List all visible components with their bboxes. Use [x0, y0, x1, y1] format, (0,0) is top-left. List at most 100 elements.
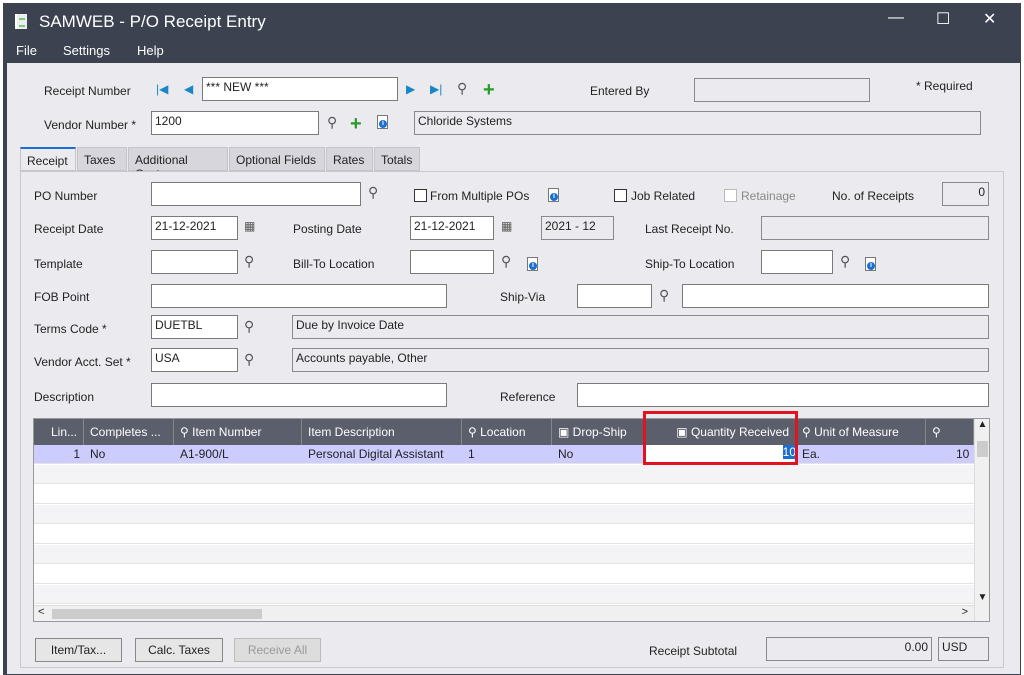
app-icon: [15, 14, 27, 29]
column-label: Drop-Ship: [572, 425, 627, 439]
maximize-button[interactable]: ☐: [936, 9, 950, 29]
highlight-box: [643, 411, 798, 465]
item-tax-button[interactable]: Item/Tax...: [35, 638, 122, 662]
column-header-item-description[interactable]: Item Description: [302, 419, 462, 445]
terms-code-label: Terms Code *: [34, 322, 107, 336]
receipt-number-input[interactable]: *** NEW ***: [202, 77, 398, 101]
calendar-icon[interactable]: ▦: [501, 219, 512, 233]
calc-taxes-button[interactable]: Calc. Taxes: [135, 638, 223, 662]
ship-to-input[interactable]: [761, 250, 833, 274]
last-receipt-label: Last Receipt No.: [645, 222, 734, 236]
column-header-completes[interactable]: Completes ...: [84, 419, 174, 445]
menu-file[interactable]: File: [16, 43, 37, 58]
tab-totals[interactable]: Totals: [374, 147, 420, 171]
job-related-label: Job Related: [631, 189, 696, 203]
menu-settings[interactable]: Settings: [63, 43, 110, 58]
tab-receipt[interactable]: Receipt: [20, 147, 76, 171]
horizontal-scrollbar[interactable]: < >: [34, 605, 974, 621]
tab-optional-fields[interactable]: Optional Fields: [229, 147, 325, 171]
cell-drop-ship: No: [558, 447, 574, 461]
receive-all-button[interactable]: Receive All: [234, 638, 321, 662]
entered-by-field: [694, 78, 870, 102]
reference-label: Reference: [500, 390, 556, 404]
last-record-icon[interactable]: ▶|: [430, 82, 442, 96]
table-row[interactable]: [34, 465, 974, 484]
table-row[interactable]: [34, 485, 974, 504]
vendor-acct-set-input[interactable]: USA: [151, 348, 238, 372]
search-icon[interactable]: ⚲: [244, 318, 254, 335]
column-header-unit-of-measure[interactable]: ⚲ Unit of Measure: [796, 419, 926, 445]
from-multiple-pos-label: From Multiple POs: [430, 189, 530, 203]
vendor-number-label: Vendor Number *: [44, 118, 137, 132]
po-number-input[interactable]: [151, 182, 361, 206]
receipt-date-input[interactable]: 21-12-2021: [151, 216, 238, 240]
column-header-item-number[interactable]: ⚲ Item Number: [174, 419, 302, 445]
column-header-drop-ship[interactable]: ▣ Drop-Ship: [552, 419, 644, 445]
search-icon[interactable]: ⚲: [244, 351, 254, 368]
retainage-checkbox[interactable]: [724, 189, 737, 202]
table-row[interactable]: 1 No A1-900/L Personal Digital Assistant…: [34, 445, 974, 464]
table-row[interactable]: [34, 545, 974, 564]
finder-info-icon[interactable]: [527, 257, 538, 271]
table-row[interactable]: [34, 525, 974, 544]
no-receipts-label: No. of Receipts: [832, 189, 915, 203]
table-row[interactable]: [34, 565, 974, 584]
cell-item-description: Personal Digital Assistant: [308, 447, 444, 461]
finder-info-icon[interactable]: [865, 257, 876, 271]
add-icon[interactable]: +: [483, 80, 495, 100]
bill-to-input[interactable]: [410, 250, 494, 274]
search-icon: ⚲: [932, 425, 941, 439]
description-input[interactable]: [151, 383, 447, 407]
retainage-label: Retainage: [741, 189, 796, 203]
fob-point-input[interactable]: [151, 284, 447, 308]
vertical-scrollbar[interactable]: ▲ ▼: [974, 419, 989, 621]
fob-point-label: FOB Point: [34, 290, 90, 304]
search-icon[interactable]: ⚲: [368, 184, 378, 201]
next-record-icon[interactable]: ▶: [406, 82, 415, 96]
ship-via-description[interactable]: [682, 284, 989, 308]
finder-info-icon[interactable]: [548, 188, 559, 202]
column-label: Location: [480, 425, 526, 439]
cell-line: 1: [73, 447, 80, 461]
receipt-date-label: Receipt Date: [34, 222, 104, 236]
tab-additional-costs[interactable]: Additional Costs: [128, 147, 228, 181]
search-icon[interactable]: ⚲: [501, 253, 511, 270]
window-title: SAMWEB - P/O Receipt Entry: [39, 12, 266, 31]
first-record-icon[interactable]: |◀: [156, 82, 168, 96]
search-icon[interactable]: ⚲: [244, 253, 254, 270]
column-header-more[interactable]: ⚲: [926, 419, 974, 445]
tab-taxes[interactable]: Taxes: [77, 147, 127, 171]
calendar-icon[interactable]: ▦: [244, 219, 255, 233]
search-icon[interactable]: ⚲: [659, 287, 669, 304]
no-receipts-field: 0: [942, 182, 989, 206]
tab-rates[interactable]: Rates: [326, 147, 373, 171]
search-icon[interactable]: ⚲: [840, 253, 850, 270]
ship-via-input[interactable]: [577, 284, 652, 308]
template-label: Template: [34, 257, 83, 271]
add-icon[interactable]: +: [350, 114, 362, 134]
column-header-line[interactable]: Lin...: [34, 419, 84, 445]
finder-info-icon[interactable]: [377, 115, 388, 129]
terms-code-input[interactable]: DUETBL: [151, 315, 238, 339]
from-multiple-pos-checkbox[interactable]: [414, 189, 427, 202]
posting-date-input[interactable]: 21-12-2021: [410, 216, 494, 240]
receipt-detail-grid: Lin... Completes ... ⚲ Item Number Item …: [33, 418, 990, 622]
reference-input[interactable]: [577, 383, 989, 407]
search-icon[interactable]: ⚲: [457, 80, 467, 97]
previous-record-icon[interactable]: ◀: [184, 82, 193, 96]
vendor-number-input[interactable]: 1200: [151, 111, 319, 135]
bill-to-label: Bill-To Location: [293, 257, 375, 271]
entered-by-label: Entered By: [590, 84, 650, 98]
job-related-checkbox[interactable]: [614, 189, 627, 202]
column-header-location[interactable]: ⚲ Location: [462, 419, 552, 445]
vendor-acct-set-label: Vendor Acct. Set *: [34, 355, 131, 369]
cell-item-number: A1-900/L: [180, 447, 229, 461]
close-button[interactable]: ✕: [983, 9, 996, 29]
minimize-button[interactable]: —: [888, 9, 904, 27]
menu-help[interactable]: Help: [137, 43, 164, 58]
table-row[interactable]: [34, 585, 974, 604]
fiscal-period-field: 2021 - 12: [541, 216, 614, 240]
template-input[interactable]: [151, 250, 238, 274]
search-icon[interactable]: ⚲: [327, 114, 337, 131]
table-row[interactable]: [34, 505, 974, 524]
